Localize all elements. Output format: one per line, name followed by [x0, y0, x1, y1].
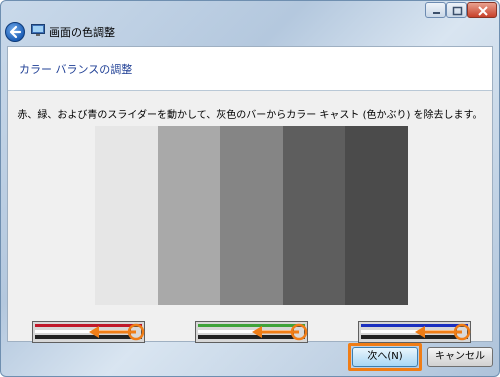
window-title: 画面の色調整 — [49, 26, 115, 39]
monitor-icon — [31, 24, 45, 36]
next-button[interactable]: 次へ(N) — [352, 347, 418, 367]
gray-bar — [220, 126, 283, 305]
title-bar: 画面の色調整 — [1, 1, 499, 45]
header-band: カラー バランスの調整 — [8, 47, 492, 91]
close-button[interactable] — [467, 2, 497, 18]
color-calibration-window: 画面の色調整 カラー バランスの調整 赤、緑、および青のスライダーを動かして、灰… — [0, 0, 500, 377]
green-slider-arrow-icon — [252, 323, 308, 341]
red-slider-arrow-icon — [89, 323, 145, 341]
red-slider[interactable] — [32, 321, 145, 343]
green-slider[interactable] — [195, 321, 308, 343]
gray-bar — [282, 126, 346, 305]
page-title: カラー バランスの調整 — [19, 63, 133, 76]
instruction-text: 赤、緑、および青のスライダーを動かして、灰色のバーからカラー キャスト (色かぶ… — [17, 110, 483, 121]
blue-slider-arrow-icon — [415, 323, 471, 341]
minimize-button[interactable] — [425, 2, 446, 18]
gray-bar — [95, 126, 158, 305]
maximize-button[interactable] — [446, 2, 467, 18]
maximize-icon — [452, 6, 463, 16]
gray-bars — [95, 126, 408, 305]
gray-bar — [345, 126, 408, 305]
cancel-button[interactable]: キャンセル — [427, 347, 493, 367]
close-icon — [478, 6, 488, 16]
content-panel: カラー バランスの調整 赤、緑、および青のスライダーを動かして、灰色のバーからカ… — [7, 46, 493, 343]
button-bar: 次へ(N) キャンセル — [7, 343, 493, 372]
back-arrow-icon — [9, 25, 22, 39]
back-button[interactable] — [5, 22, 25, 42]
blue-slider[interactable] — [358, 321, 471, 343]
minimize-icon — [433, 12, 440, 14]
gray-bar — [157, 126, 221, 305]
